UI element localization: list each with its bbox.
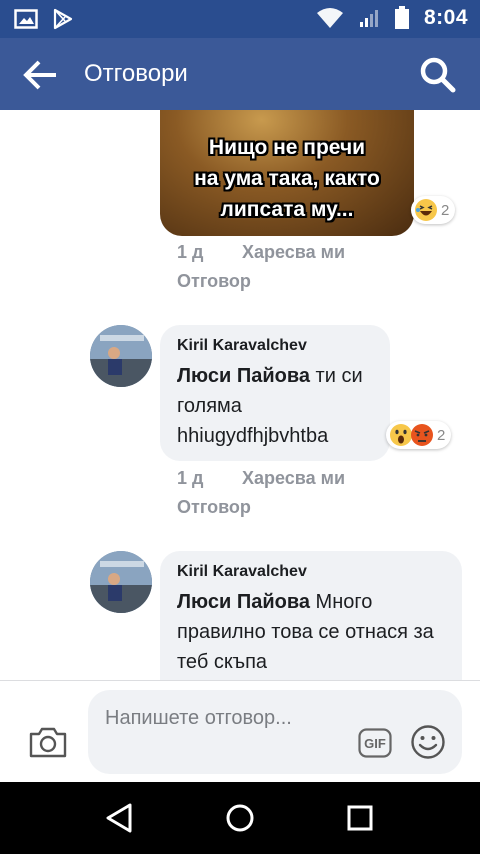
status-bar: 8:04 <box>0 0 480 38</box>
status-right-icons: 8:04 <box>316 6 468 30</box>
avatar[interactable] <box>90 551 152 613</box>
back-triangle-icon[interactable] <box>102 802 138 834</box>
mention[interactable]: Люси Пайова <box>177 365 310 387</box>
comment-author[interactable]: Kiril Karavalchev <box>177 563 446 581</box>
status-left-icons <box>14 8 74 30</box>
reply-input-placeholder: Напишете отговор... <box>105 707 292 729</box>
comment-time: 1 д <box>177 468 204 488</box>
comment-meta: 1 д Харесва ми <box>177 242 345 263</box>
like-link[interactable]: Харесва ми <box>242 468 345 488</box>
wifi-icon <box>316 8 343 28</box>
laugh-reaction-icon <box>415 199 437 221</box>
battery-icon <box>394 6 409 29</box>
system-nav-bar <box>0 782 480 854</box>
reaction-count: 2 <box>441 201 450 219</box>
app-bar: Отговори <box>0 38 480 110</box>
gallery-icon <box>14 9 38 29</box>
replies-thread[interactable]: Нищо не пречи на ума така, както липсата… <box>0 110 480 680</box>
smiley-icon[interactable] <box>410 724 446 760</box>
reply-link[interactable]: Отговор <box>177 497 251 518</box>
comment-text: Люси Пайова ти си голяма hhiugydfhjbvhtb… <box>177 361 374 451</box>
avatar-photo <box>90 325 152 387</box>
comment-image[interactable]: Нищо не пречи на ума така, както липсата… <box>160 110 414 236</box>
search-icon[interactable] <box>418 56 458 94</box>
home-circle-icon[interactable] <box>222 802 258 834</box>
gif-label: GIF <box>364 736 386 751</box>
clock: 8:04 <box>423 6 468 29</box>
page-title: Отговори <box>84 60 188 87</box>
comment-time: 1 д <box>177 242 204 262</box>
camera-icon[interactable] <box>28 725 68 759</box>
reply-input[interactable]: Напишете отговор... GIF <box>88 690 462 774</box>
comment-bubble[interactable]: Kiril Karavalchev Люси Пайова Много прав… <box>160 551 462 680</box>
comment-bubble[interactable]: Kiril Karavalchev Люси Пайова ти си голя… <box>160 325 390 461</box>
signal-icon <box>359 10 378 27</box>
comment-meta: 1 д Харесва ми <box>177 468 345 489</box>
comment-text: Люси Пайова Много правилно това се отнас… <box>177 587 446 677</box>
avatar-photo <box>90 551 152 613</box>
reaction-summary[interactable]: 2 <box>411 196 456 224</box>
reaction-count: 2 <box>437 426 446 444</box>
gif-button[interactable]: GIF <box>358 728 392 758</box>
reply-composer: Напишете отговор... GIF <box>0 680 480 782</box>
recents-square-icon[interactable] <box>342 802 378 834</box>
avatar[interactable] <box>90 325 152 387</box>
like-link[interactable]: Харесва ми <box>242 242 345 262</box>
mention[interactable]: Люси Пайова <box>177 591 310 613</box>
angry-reaction-icon <box>411 424 433 446</box>
image-caption: Нищо не пречи на ума така, както липсата… <box>194 136 380 221</box>
reply-link[interactable]: Отговор <box>177 271 251 292</box>
arrow-left-icon[interactable] <box>22 58 62 92</box>
reaction-summary[interactable]: 2 <box>386 421 452 449</box>
play-store-icon <box>53 8 73 30</box>
comment-author[interactable]: Kiril Karavalchev <box>177 337 374 355</box>
